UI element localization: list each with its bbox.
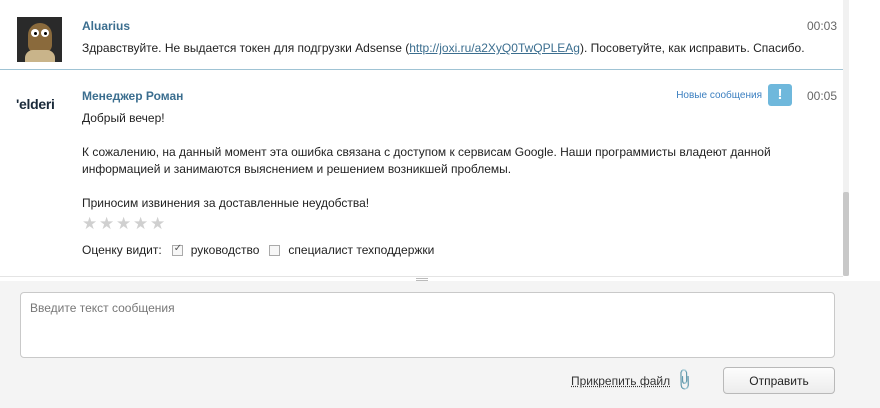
avatar-eye-shape (41, 29, 49, 37)
message-author: Aluarius (82, 19, 131, 33)
paperclip-icon[interactable]: 📎 (671, 367, 697, 393)
avatar-eye-shape (31, 29, 39, 37)
elderi-logo-text: elderi (19, 96, 55, 112)
star-icon[interactable]: ★ (82, 215, 98, 232)
rating-visibility-label: Оценку видит: (82, 243, 162, 257)
message-time: 00:03 (806, 19, 837, 33)
alert-icon[interactable]: ! (768, 84, 792, 106)
message-link[interactable]: http://joxi.ru/a2XyQ0TwQPLEAg (409, 41, 580, 55)
star-icon[interactable]: ★ (99, 215, 115, 232)
message-author: Менеджер Роман (82, 89, 184, 103)
star-icon[interactable]: ★ (116, 215, 132, 232)
message-text-part: Здравствуйте. Не выдается токен для подг… (82, 41, 410, 55)
support-specialist-label: специалист техподдержки (288, 243, 435, 257)
management-label: руководство (190, 243, 260, 257)
user-avatar (17, 17, 62, 62)
message-time: 00:05 (806, 89, 837, 103)
divider (0, 276, 843, 277)
message-text-part: ). Посоветуйте, как исправить. Спасибо. (579, 41, 805, 55)
message-input[interactable] (20, 292, 835, 358)
avatar-body-shape (25, 50, 55, 62)
star-icon[interactable]: ★ (150, 215, 166, 232)
message-composer: Прикрепить файл 📎 Отправить (0, 281, 880, 408)
avatar-face-shape (28, 23, 52, 53)
support-specialist-checkbox[interactable] (269, 244, 281, 256)
rating-stars[interactable]: ★ ★ ★ ★ ★ (82, 215, 166, 232)
message-item: Aluarius 00:03 Здравствуйте. Не выдается… (0, 0, 843, 70)
message-greeting: Добрый вечер! (82, 111, 165, 125)
message-text: Здравствуйте. Не выдается токен для подг… (82, 40, 805, 57)
elderi-logo: 'elderi (16, 96, 55, 112)
attach-file-link[interactable]: Прикрепить файл (571, 374, 670, 388)
rating-visibility: Оценку видит: руководство специалист тех… (82, 243, 435, 258)
message-paragraph: К сожалению, на данный момент эта ошибка… (82, 145, 771, 176)
chat-history: Aluarius 00:03 Здравствуйте. Не выдается… (0, 0, 843, 276)
message-item: 'elderi Менеджер Роман Новые сообщения !… (0, 84, 843, 276)
management-checkbox[interactable] (171, 243, 183, 256)
chat-scrollbar-thumb[interactable] (843, 192, 849, 276)
message-paragraph: Приносим извинения за доставленные неудо… (82, 196, 370, 210)
send-button[interactable]: Отправить (723, 367, 835, 394)
star-icon[interactable]: ★ (133, 215, 149, 232)
new-messages-label[interactable]: Новые сообщения (676, 90, 762, 101)
